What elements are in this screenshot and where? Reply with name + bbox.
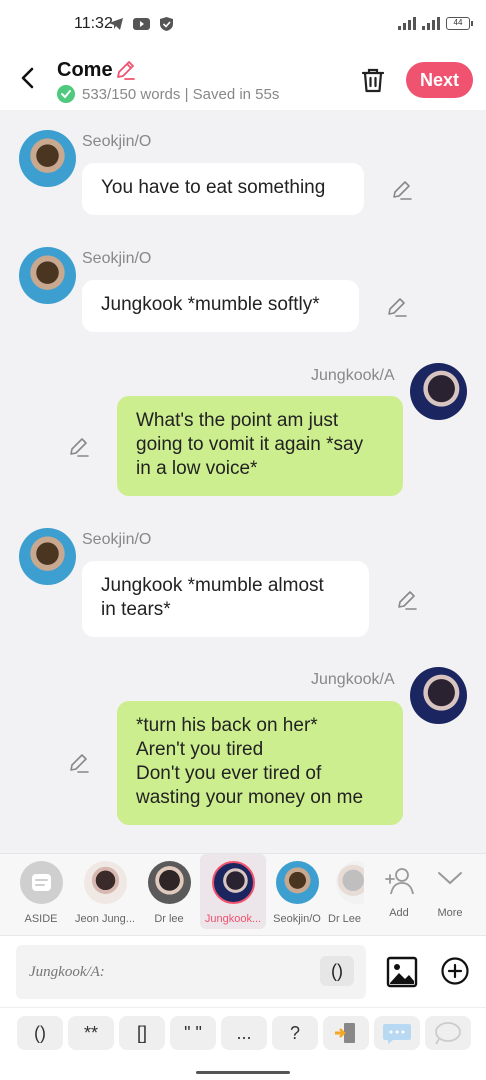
character-avatar	[84, 861, 127, 904]
editor-header: Come 533/150 words | Saved in 55s Next	[0, 50, 486, 110]
character-jeon-jung[interactable]: Jeon Jung...	[72, 854, 138, 929]
symbol-parentheses[interactable]: ()	[17, 1016, 63, 1050]
symbol-quotes[interactable]: " "	[170, 1016, 216, 1050]
system-indicators: 44	[398, 16, 473, 30]
status-icons	[108, 16, 175, 32]
message-bubble[interactable]: *turn his back on her* Aren't you tired …	[117, 701, 403, 825]
message-bubble[interactable]: What's the point am just going to vomit …	[117, 396, 403, 496]
thought-button[interactable]	[425, 1016, 471, 1050]
character-avatar	[212, 861, 255, 904]
character-label: Dr Lee	[328, 913, 362, 925]
message-line: Jungkook *mumble almost	[101, 575, 324, 596]
character-dr-lee[interactable]: Dr lee	[136, 854, 202, 929]
compose-bar: ()	[0, 935, 486, 1007]
symbol-question[interactable]: ?	[272, 1016, 318, 1050]
add-person-icon	[385, 868, 414, 895]
character-label: Dr lee	[154, 913, 184, 925]
dialogue-button[interactable]	[374, 1016, 420, 1050]
door-enter-icon	[335, 1023, 355, 1043]
message-text: You have to eat something	[101, 177, 326, 198]
more-label: More	[437, 907, 463, 919]
add-icon[interactable]	[440, 956, 470, 986]
symbol-ellipsis[interactable]: ...	[221, 1016, 267, 1050]
edit-message-icon[interactable]	[67, 751, 91, 775]
image-icon[interactable]	[386, 956, 418, 988]
message-bubble[interactable]: Jungkook *mumble almost in tears*	[82, 561, 369, 637]
trash-icon[interactable]	[360, 66, 386, 94]
signal-icon	[422, 16, 440, 30]
character-avatar	[148, 861, 191, 904]
more-characters-button[interactable]: More	[417, 854, 483, 929]
symbol-toolbar: () ** [] " " ... ?	[0, 1007, 486, 1080]
speaker-name: Seokjin/O	[82, 133, 152, 150]
back-arrow-icon[interactable]	[14, 64, 42, 92]
jungkook-avatar[interactable]	[410, 667, 467, 724]
speech-bubble-icon	[383, 1024, 411, 1044]
character-dr-lee-2[interactable]: Dr Lee	[318, 854, 364, 929]
jungkook-avatar[interactable]	[410, 363, 467, 420]
message-line: wasting your money on me	[136, 787, 364, 808]
thought-bubble-icon	[435, 1022, 461, 1045]
speaker-name: Seokjin/O	[82, 250, 152, 267]
battery-icon: 44	[446, 17, 473, 30]
edit-message-icon[interactable]	[390, 178, 414, 202]
message-line: in a low voice*	[136, 458, 258, 479]
message-line: Don't you ever tired of	[136, 763, 322, 784]
word-count-status: 533/150 words | Saved in 55s	[82, 86, 280, 103]
shield-icon	[160, 17, 173, 31]
edit-message-icon[interactable]	[67, 435, 91, 459]
character-jungkook[interactable]: Jungkook...	[200, 854, 266, 929]
seokjin-avatar[interactable]	[19, 247, 76, 304]
speaker-name: Jungkook/A	[311, 671, 395, 688]
message-input[interactable]	[16, 945, 366, 999]
symbol-brackets[interactable]: []	[119, 1016, 165, 1050]
character-aside[interactable]: ASIDE	[8, 854, 74, 929]
next-button[interactable]: Next	[406, 62, 473, 98]
parentheses-button[interactable]: ()	[320, 956, 354, 986]
speaker-name: Jungkook/A	[311, 367, 395, 384]
edit-title-icon[interactable]	[114, 59, 136, 81]
edit-message-icon[interactable]	[385, 295, 409, 319]
seokjin-avatar[interactable]	[19, 130, 76, 187]
message-line: *turn his back on her*	[136, 715, 318, 736]
character-label: Jeon Jung...	[75, 913, 135, 925]
symbol-asterisks[interactable]: **	[68, 1016, 114, 1050]
home-indicator	[196, 1071, 290, 1074]
seokjin-avatar[interactable]	[19, 528, 76, 585]
character-label: ASIDE	[24, 913, 58, 925]
message-bubble[interactable]: You have to eat something	[82, 163, 364, 215]
character-avatar	[336, 861, 364, 904]
message-bubble[interactable]: Jungkook *mumble softly*	[82, 280, 359, 332]
message-text: Jungkook *mumble softly*	[101, 294, 320, 315]
character-avatar	[276, 861, 319, 904]
message-line: in tears*	[101, 599, 171, 620]
enter-scene-button[interactable]	[323, 1016, 369, 1050]
chevron-down-icon	[438, 872, 462, 885]
character-selector: ASIDE Jeon Jung... Dr lee Jungkook... Se…	[0, 853, 486, 935]
telegram-icon	[109, 18, 123, 30]
message-line: going to vomit it again *say	[136, 434, 364, 455]
aside-icon	[20, 861, 63, 904]
edit-message-icon[interactable]	[395, 588, 419, 612]
message-line: What's the point am just	[136, 410, 339, 431]
message-line: Aren't you tired	[136, 739, 264, 760]
speaker-name: Seokjin/O	[82, 531, 152, 548]
youtube-icon	[133, 18, 150, 30]
signal-icon	[398, 16, 416, 30]
saved-check-icon	[57, 85, 75, 103]
status-bar: 11:32 44	[0, 0, 486, 50]
story-title: Come	[57, 59, 113, 81]
character-label: Jungkook...	[204, 913, 262, 925]
